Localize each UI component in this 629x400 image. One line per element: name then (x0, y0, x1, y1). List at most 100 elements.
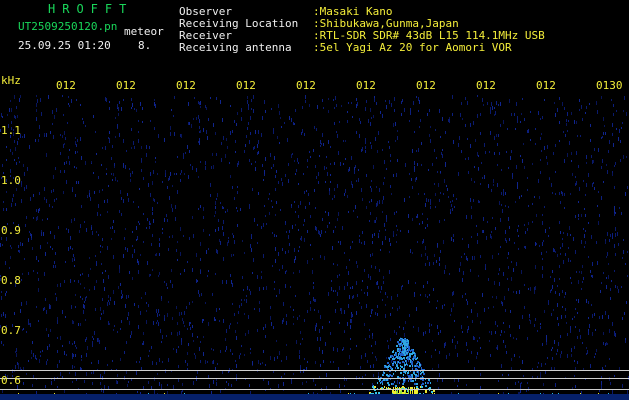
noise-speck (471, 178, 472, 181)
noise-speck (157, 173, 158, 175)
noise-speck (473, 199, 474, 202)
noise-speck (86, 353, 87, 357)
noise-speck (612, 390, 613, 394)
noise-speck (567, 354, 568, 358)
noise-speck (257, 144, 258, 148)
noise-speck (484, 308, 485, 312)
noise-speck (82, 118, 83, 120)
noise-speck (476, 356, 477, 359)
noise-speck (608, 315, 609, 319)
noise-speck (385, 304, 386, 306)
noise-speck (442, 117, 443, 121)
noise-speck (578, 299, 579, 303)
noise-speck (57, 317, 58, 320)
noise-speck (468, 171, 469, 174)
noise-speck (125, 304, 126, 308)
noise-speck (337, 275, 338, 278)
noise-speck (275, 175, 276, 178)
noise-speck (427, 281, 428, 284)
noise-speck (450, 212, 451, 214)
echo-pixel (389, 358, 390, 360)
noise-speck (72, 258, 73, 262)
noise-speck (408, 280, 409, 284)
noise-speck (40, 351, 41, 353)
noise-speck (467, 301, 468, 305)
noise-speck (603, 342, 604, 345)
noise-speck (391, 103, 392, 107)
noise-speck (408, 230, 409, 233)
echo-pixel (386, 366, 388, 368)
noise-speck (527, 228, 528, 231)
noise-speck (499, 201, 500, 205)
noise-speck (69, 105, 70, 107)
noise-speck (430, 126, 431, 128)
echo-pixel (407, 349, 408, 351)
noise-speck (538, 111, 539, 115)
noise-speck (601, 381, 602, 385)
noise-speck (127, 317, 128, 320)
echo-pixel (412, 365, 413, 367)
noise-speck (409, 120, 410, 122)
noise-speck (454, 206, 455, 208)
noise-speck (65, 137, 66, 140)
noise-speck (522, 315, 523, 319)
noise-speck (62, 310, 63, 314)
noise-speck (107, 199, 108, 203)
noise-speck (114, 230, 115, 233)
noise-speck (575, 215, 576, 218)
noise-speck (180, 173, 181, 175)
noise-speck (64, 170, 65, 173)
noise-speck (315, 207, 316, 209)
echo-pixel (421, 384, 422, 386)
noise-speck (170, 132, 171, 136)
noise-speck (236, 336, 237, 340)
noise-speck (370, 315, 371, 317)
noise-speck (90, 197, 91, 201)
noise-speck (598, 221, 599, 225)
noise-speck (222, 118, 223, 122)
noise-speck (568, 258, 569, 262)
noise-speck (365, 138, 366, 142)
noise-speck (592, 275, 593, 278)
echo-pixel (393, 356, 394, 358)
noise-speck (421, 254, 422, 257)
noise-speck (362, 231, 363, 234)
noise-speck (329, 188, 330, 191)
noise-speck (212, 293, 213, 296)
noise-speck (546, 342, 547, 345)
noise-speck (307, 260, 308, 264)
noise-speck (368, 119, 369, 123)
noise-speck (604, 125, 605, 127)
noise-speck (349, 295, 350, 299)
echo-pixel (395, 367, 396, 369)
noise-speck (522, 98, 523, 100)
noise-speck (606, 342, 607, 345)
noise-speck (601, 282, 602, 284)
echo-pixel (412, 380, 414, 382)
noise-speck (335, 226, 336, 228)
noise-speck (616, 110, 617, 112)
noise-speck (393, 123, 394, 127)
noise-speck (192, 166, 193, 170)
noise-speck (22, 243, 23, 246)
noise-speck (273, 130, 274, 134)
noise-speck (335, 290, 336, 292)
noise-speck (313, 297, 314, 301)
noise-speck (452, 113, 453, 116)
noise-speck (569, 141, 570, 145)
noise-speck (305, 100, 306, 103)
noise-speck (195, 355, 196, 359)
noise-speck (619, 129, 620, 133)
noise-speck (67, 122, 68, 124)
noise-speck (70, 246, 71, 249)
noise-speck (615, 212, 616, 214)
echo-pixel (413, 372, 415, 374)
noise-speck (592, 183, 593, 187)
noise-speck (171, 204, 172, 208)
noise-speck (431, 324, 432, 326)
echo-pixel (410, 379, 412, 381)
noise-speck (113, 290, 114, 294)
noise-speck (348, 211, 349, 213)
noise-speck (503, 120, 504, 124)
noise-speck (127, 193, 128, 196)
